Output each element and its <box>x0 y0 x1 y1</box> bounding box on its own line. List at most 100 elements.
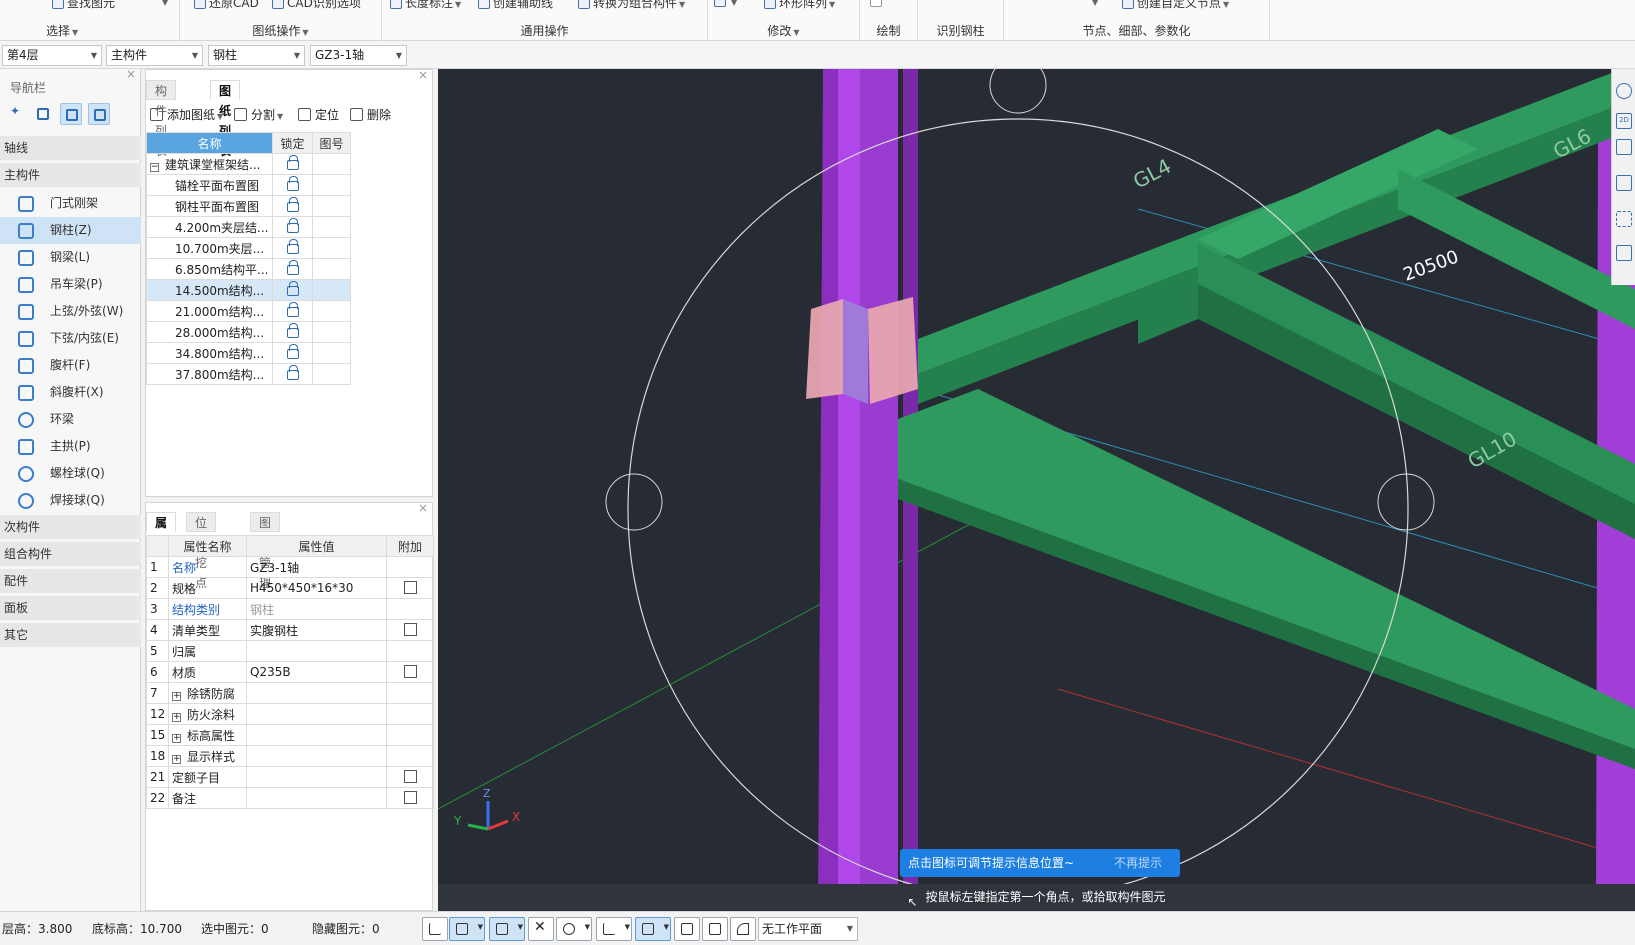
property-row[interactable]: 2 规格 H450*450*16*30 <box>146 577 434 599</box>
view-mode-button[interactable]: ▼ <box>489 917 525 941</box>
property-value[interactable] <box>246 640 387 662</box>
delete-button[interactable]: 删除 <box>350 106 391 123</box>
drawing-row[interactable]: 21.000m结构... <box>146 300 351 322</box>
extra-checkbox[interactable] <box>403 665 417 678</box>
drawing-row[interactable]: 4.200m夹层结... <box>146 216 351 238</box>
nav-tool-detail[interactable] <box>88 103 110 125</box>
nav-category-fittings[interactable]: 配件 <box>0 569 141 593</box>
convert-combo-button[interactable]: 转换为组合构件 ▼ <box>578 0 685 11</box>
nav-category-combo[interactable]: 组合构件 <box>0 542 141 566</box>
find-element-button[interactable]: 查找图元 <box>52 0 115 11</box>
aux-line-button[interactable]: 创建辅助线 <box>478 0 553 11</box>
layer-button[interactable]: ▼ <box>635 917 671 941</box>
nav-item-5[interactable]: 下弦/内弦(E) <box>0 325 141 352</box>
rotate-handle-left[interactable] <box>605 473 663 531</box>
property-row[interactable]: 21 定额子目 <box>146 766 434 788</box>
hint-tooltip[interactable]: 点击图标可调节提示信息位置~ 不再提示 <box>900 849 1180 877</box>
expand-icon[interactable]: + <box>172 733 181 743</box>
ribbon-label-modify[interactable]: 修改 ▼ <box>708 22 859 39</box>
lock-icon[interactable] <box>286 322 299 338</box>
property-value[interactable] <box>246 682 387 704</box>
locate-button[interactable]: 定位 <box>298 106 339 123</box>
nav-tool-pin[interactable]: ✦ <box>6 103 28 125</box>
nav-item-4[interactable]: 上弦/外弦(W) <box>0 298 141 325</box>
component-type-select[interactable]: 主构件 ▼ <box>106 45 203 66</box>
nav-tool-grid[interactable] <box>32 103 54 125</box>
select-dropdown[interactable]: ▼ <box>160 0 168 8</box>
floor-select[interactable]: 第4层 ▼ <box>2 45 102 66</box>
property-row[interactable]: 18 + 显示样式 <box>146 745 434 767</box>
custom-node-button[interactable]: 创建自定义节点 ▼ <box>1122 0 1229 11</box>
extra-checkbox[interactable] <box>403 581 417 594</box>
expand-icon[interactable]: + <box>172 754 181 764</box>
property-value[interactable]: GZ3-1轴 <box>246 556 387 578</box>
move-button[interactable]: ▼ <box>714 0 737 8</box>
tab-layer-manager[interactable]: 图层管理 <box>250 512 281 590</box>
property-row[interactable]: 6 材质 Q235B <box>146 661 434 683</box>
nav-item-3[interactable]: 吊车梁(P) <box>0 271 141 298</box>
extra-checkbox[interactable] <box>403 791 417 804</box>
property-row[interactable]: 5 归属 <box>146 640 434 662</box>
snap-button[interactable]: ▼ <box>556 917 592 941</box>
draw-tool-button[interactable] <box>870 0 885 8</box>
rotate-handle-top[interactable] <box>989 69 1047 114</box>
nav-category-other[interactable]: 其它 <box>0 623 141 647</box>
property-row[interactable]: 7 + 除锈防腐 <box>146 682 434 704</box>
close-icon[interactable]: × <box>418 68 428 82</box>
property-value[interactable]: H450*450*16*30 <box>246 577 387 599</box>
ring-array-button[interactable]: 环形阵列 ▼ <box>764 0 835 11</box>
extra-checkbox[interactable] <box>403 770 417 783</box>
tab-properties[interactable]: 属性 <box>146 512 177 550</box>
model-canvas[interactable]: GL4 20500 GL10 GL6 Z X Y <box>438 69 1635 911</box>
orbit-icon[interactable] <box>1616 83 1632 99</box>
tab-drawing-list[interactable]: 图纸列表 <box>210 80 241 158</box>
drawing-row[interactable]: 34.800m结构... <box>146 342 351 364</box>
col-header-number[interactable]: 图号 <box>312 132 351 154</box>
nav-category-axis[interactable]: 轴线 <box>0 136 141 160</box>
property-row[interactable]: 12 + 防火涂料 <box>146 703 434 725</box>
lock-icon[interactable] <box>286 280 299 296</box>
expand-icon[interactable]: + <box>172 691 181 701</box>
split-button[interactable]: 分割 ▼ <box>234 106 283 123</box>
select-mode-button[interactable]: ▼ <box>449 917 485 941</box>
length-dim-button[interactable]: 长度标注 ▼ <box>390 0 461 11</box>
drawing-row[interactable]: 锚栓平面布置图 <box>146 174 351 196</box>
lock-icon[interactable] <box>286 301 299 317</box>
drawing-tree-root[interactable]: − 建筑课堂框架结... <box>146 153 351 175</box>
tab-component-list[interactable]: 构件列表 <box>146 80 177 158</box>
close-icon[interactable]: × <box>418 501 428 515</box>
dismiss-hint-link[interactable]: 不再提示 <box>1114 849 1162 877</box>
drawing-row[interactable]: 钢柱平面布置图 <box>146 195 351 217</box>
nav-category-secondary[interactable]: 次构件 <box>0 515 141 539</box>
work-plane-select[interactable]: 无工作平面 ▼ <box>758 917 858 941</box>
view-2d-icon[interactable]: 2D <box>1616 113 1632 129</box>
property-row[interactable]: 15 + 标高属性 <box>146 724 434 746</box>
nav-item-11[interactable]: 焊接球(Q) <box>0 487 141 514</box>
ribbon-label-drawing[interactable]: 图纸操作 ▼ <box>180 22 381 39</box>
lock-icon[interactable] <box>286 154 299 170</box>
nav-category-panel[interactable]: 面板 <box>0 596 141 620</box>
section-button[interactable] <box>702 917 728 941</box>
nav-category-main[interactable]: 主构件 <box>0 163 141 187</box>
property-row[interactable]: 22 备注 <box>146 787 434 809</box>
property-row[interactable]: 3 结构类别 钢柱 <box>146 598 434 620</box>
tab-position-points[interactable]: 位置挖点 <box>186 512 217 590</box>
nav-tool-list[interactable] <box>60 103 82 125</box>
property-value[interactable]: 钢柱 <box>246 598 387 620</box>
nav-item-6[interactable]: 腹杆(F) <box>0 352 141 379</box>
lock-icon[interactable] <box>286 196 299 212</box>
nav-item-2[interactable]: 钢梁(L) <box>0 244 141 271</box>
col-header-lock[interactable]: 锁定 <box>272 132 313 154</box>
nodes-dropdown[interactable]: ▼ <box>1090 0 1098 8</box>
lock-icon[interactable] <box>286 259 299 275</box>
rotate-handle-right[interactable] <box>1377 473 1435 531</box>
drawing-row[interactable]: 28.000m结构... <box>146 321 351 343</box>
nav-item-9[interactable]: 主拱(P) <box>0 433 141 460</box>
lock-icon[interactable] <box>286 343 299 359</box>
col-header-name[interactable]: 名称 <box>146 132 273 154</box>
ribbon-label-identify[interactable]: 识别钢柱 <box>918 22 1003 39</box>
collapse-icon[interactable]: − <box>150 162 159 172</box>
extra-checkbox[interactable] <box>403 623 417 636</box>
cross-button[interactable]: ✕ <box>528 917 554 941</box>
property-value[interactable]: Q235B <box>246 661 387 683</box>
